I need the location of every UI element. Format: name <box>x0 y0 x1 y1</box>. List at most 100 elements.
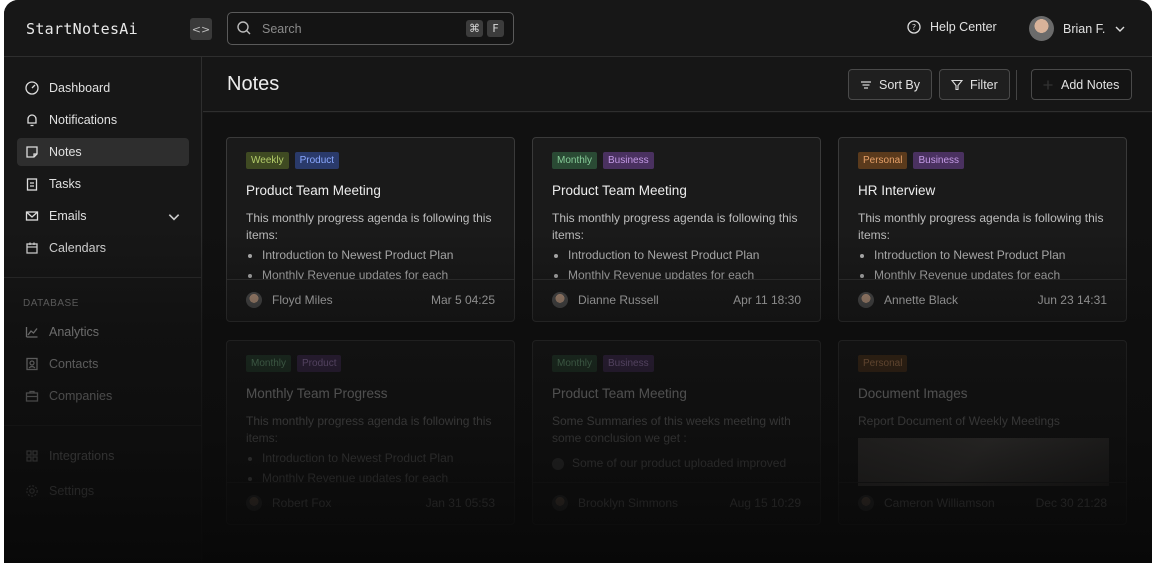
note-intro: This monthly progress agenda is followin… <box>858 211 1104 242</box>
tag-badge[interactable]: Product <box>294 152 340 169</box>
avatar <box>246 495 262 511</box>
tag-badge[interactable]: Weekly <box>246 152 289 169</box>
note-date: Dec 30 21:28 <box>1035 496 1107 510</box>
tag-badge[interactable]: Monthly <box>552 355 598 372</box>
briefcase-icon <box>25 390 39 402</box>
database-section-label: DATABASE <box>23 298 79 309</box>
grid-icon <box>26 450 38 462</box>
note-icon <box>26 146 38 158</box>
svg-text:?: ? <box>912 23 916 32</box>
sort-by-button[interactable]: Sort By <box>848 69 932 100</box>
sidebar-item-calendars[interactable]: Calendars <box>17 234 189 262</box>
note-intro: This monthly progress agenda is followin… <box>552 211 798 242</box>
sort-by-label: Sort By <box>879 77 920 92</box>
tag-badge[interactable]: Monthly <box>246 355 292 372</box>
note-title: Product Team Meeting <box>246 183 381 198</box>
sidebar-item-contacts[interactable]: Contacts <box>17 350 189 378</box>
checkbox-icon[interactable] <box>552 457 564 470</box>
document-image-thumbnail[interactable] <box>858 438 1109 486</box>
note-author: Brooklyn Simmons <box>578 496 679 510</box>
sidebar-item-label: Contacts <box>49 357 99 371</box>
plus-icon <box>1043 80 1053 89</box>
bell-icon <box>27 114 37 127</box>
add-notes-button[interactable]: Add Notes <box>1031 69 1133 100</box>
chart-icon <box>25 327 38 338</box>
search-bar[interactable]: Search ⌘ F <box>227 12 514 45</box>
sidebar-toggle-button[interactable]: <> <box>190 18 212 40</box>
sidebar-item-emails[interactable]: Emails <box>17 202 189 230</box>
help-icon: ? <box>907 20 921 34</box>
chevron-down-icon[interactable] <box>167 210 181 224</box>
note-card[interactable]: Monthly Business Product Team Meeting Th… <box>532 137 821 322</box>
checklist-item[interactable]: Some of our product uploaded improved <box>552 455 807 472</box>
note-date: Aug 15 10:29 <box>729 496 801 510</box>
sidebar-item-companies[interactable]: Companies <box>17 382 189 410</box>
tag-badge[interactable]: Business <box>603 355 654 372</box>
user-name: Brian F. <box>1063 21 1106 36</box>
note-card[interactable]: Weekly Product Product Team Meeting This… <box>226 137 515 322</box>
shortcut-f-key: F <box>487 20 504 37</box>
checklist-label: Some of our product uploaded improved <box>572 456 787 470</box>
note-card[interactable]: Monthly Product Monthly Team Progress Th… <box>226 340 515 525</box>
sidebar-item-label: Analytics <box>49 325 100 339</box>
tag-badge[interactable]: Business <box>913 152 965 169</box>
app-logo[interactable]: StartNotesAi <box>26 20 138 38</box>
filter-button[interactable]: Filter <box>939 69 1010 100</box>
clipboard-icon <box>26 178 38 191</box>
sidebar-item-settings[interactable]: Settings <box>17 477 189 505</box>
note-author: Cameron Williamson <box>884 496 995 510</box>
note-intro: Some Summaries of this weeks meeting wit… <box>552 414 791 445</box>
sidebar-item-analytics[interactable]: Analytics <box>17 318 189 346</box>
user-menu[interactable]: Brian F. <box>1029 16 1126 41</box>
note-date: Mar 5 04:25 <box>430 293 495 307</box>
note-body: Some Summaries of this weeks meeting wit… <box>552 413 807 483</box>
sidebar-item-label: Notes <box>49 145 82 159</box>
sidebar-item-tasks[interactable]: Tasks <box>17 170 189 198</box>
sidebar-item-dashboard[interactable]: Dashboard <box>17 74 189 102</box>
sidebar-item-notes[interactable]: Notes <box>17 138 189 166</box>
header-divider <box>1016 70 1017 100</box>
help-center-label: Help Center <box>930 20 997 34</box>
note-author: Floyd Miles <box>272 293 333 307</box>
note-footer: Brooklyn Simmons Aug 15 10:29 <box>533 482 820 524</box>
note-title: HR Interview <box>858 183 936 198</box>
note-bullet: Introduction to Newest Product Plan <box>262 450 501 467</box>
help-center-link[interactable]: ? Help Center <box>907 20 997 34</box>
tag-badge[interactable]: Monthly <box>552 152 598 169</box>
sidebar: Dashboard Notifications Notes Tasks Emai… <box>4 57 202 563</box>
tag-badge[interactable]: Personal <box>858 355 908 372</box>
sidebar-item-label: Tasks <box>49 177 81 191</box>
note-author: Robert Fox <box>272 496 332 510</box>
note-card[interactable]: Personal Document Images Report Document… <box>838 340 1127 525</box>
gear-icon <box>26 485 38 497</box>
avatar <box>858 292 874 308</box>
note-date: Jun 23 14:31 <box>1037 293 1107 307</box>
tag-badge[interactable]: Personal <box>858 152 908 169</box>
note-author: Dianne Russell <box>578 293 659 307</box>
note-card[interactable]: Personal Business HR Interview This mont… <box>838 137 1127 322</box>
chevron-down-icon <box>1115 26 1125 32</box>
sidebar-item-label: Integrations <box>49 449 115 463</box>
avatar <box>246 292 262 308</box>
tag-badge[interactable]: Product <box>297 355 342 372</box>
tag-badge[interactable]: Business <box>603 152 654 169</box>
add-notes-label: Add Notes <box>1061 77 1120 92</box>
note-body: This monthly progress agenda is followin… <box>246 413 501 483</box>
avatar <box>858 495 874 511</box>
sort-icon <box>861 80 871 89</box>
top-bar: StartNotesAi <> Search ⌘ F ? Help Center… <box>4 0 1152 57</box>
note-footer: Robert Fox Jan 31 05:53 <box>227 482 514 524</box>
avatar <box>1029 16 1054 41</box>
note-card[interactable]: Monthly Business Product Team Meeting So… <box>532 340 821 525</box>
note-bullet: Introduction to Newest Product Plan <box>874 247 1113 264</box>
note-author: Annette Black <box>884 293 959 307</box>
sidebar-item-notifications[interactable]: Notifications <box>17 106 189 134</box>
sidebar-item-integrations[interactable]: Integrations <box>17 442 189 470</box>
note-title: Monthly Team Progress <box>246 386 388 401</box>
note-body: This monthly progress agenda is followin… <box>552 210 807 280</box>
search-input[interactable]: Search <box>262 22 302 36</box>
note-footer: Floyd Miles Mar 5 04:25 <box>227 279 514 321</box>
calendar-icon <box>26 242 38 254</box>
sidebar-item-label: Companies <box>49 389 113 403</box>
sidebar-divider <box>4 277 202 278</box>
